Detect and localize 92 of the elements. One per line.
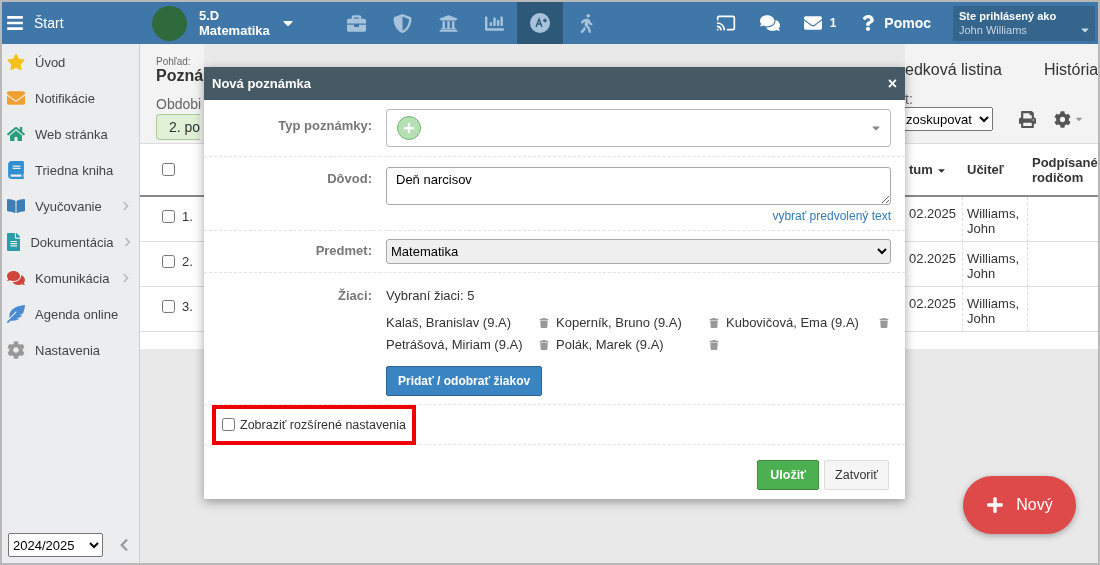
row-checkbox[interactable] [162, 210, 175, 223]
open-book-icon [7, 197, 25, 215]
period-button[interactable]: 2. po [156, 114, 200, 140]
sidebar-item[interactable]: Agenda online [2, 296, 139, 332]
sidebar-item[interactable]: Úvod [2, 44, 139, 80]
plus-icon [986, 496, 1005, 514]
cast-icon [715, 13, 736, 33]
bar-chart-icon [484, 13, 504, 33]
trash-icon[interactable] [539, 317, 549, 328]
column-header[interactable]: tum [905, 162, 963, 177]
settings-button[interactable] [1054, 110, 1084, 128]
row-checkbox[interactable] [162, 300, 175, 313]
teacher-cell: Williams, John [963, 287, 1028, 332]
default-text-link[interactable]: vybrať predvolený text [386, 209, 891, 223]
year-select[interactable]: 2024/2025 [8, 533, 103, 557]
student-name: Kubovičová, Ema (9.A) [726, 315, 859, 330]
help-icon [860, 15, 877, 31]
field-label: Predmet: [315, 242, 372, 260]
field-label: Dôvod: [327, 170, 372, 188]
note-type-select[interactable] [386, 109, 891, 147]
home-icon [7, 125, 25, 143]
start-menu-button[interactable]: Štart [6, 14, 64, 32]
student-name: Polák, Marek (9.A) [556, 337, 664, 352]
user-menu[interactable]: Ste prihlásený ako John Williams [953, 5, 1095, 41]
close-dialog-button[interactable]: Zatvoriť [824, 460, 889, 490]
view-title: Pozná [156, 67, 204, 85]
sidebar-item[interactable]: Notifikácie [2, 80, 139, 116]
notebook-icon [7, 161, 25, 179]
feather-icon [7, 305, 25, 323]
period-label: Obdobi [156, 96, 203, 112]
student-name: Kalaš, Branislav (9.A) [386, 315, 511, 330]
star-icon [7, 53, 25, 71]
column-header[interactable]: Podpísané rodičom [1028, 154, 1098, 185]
page-tab[interactable]: História [1043, 61, 1098, 79]
row-checkbox[interactable] [162, 255, 175, 268]
mail-count: 1 [829, 16, 837, 30]
menu-icon [6, 14, 24, 32]
row-number: 3. [182, 299, 193, 314]
briefcase-icon [346, 13, 366, 33]
student-name: Koperník, Bruno (9.A) [556, 315, 682, 330]
trash-icon[interactable] [709, 317, 719, 328]
settings-icon [1054, 110, 1071, 128]
add-icon [397, 116, 421, 140]
view-label: Pohľad: [156, 56, 192, 67]
student-name: Petrášová, Miriam (9.A) [386, 337, 523, 352]
trash-icon[interactable] [879, 317, 889, 328]
advanced-settings-checkbox[interactable]: Zobraziť rozšírené nastavenia [218, 415, 406, 434]
group-select[interactable]: zoskupovat [905, 107, 993, 131]
sidebar-item[interactable]: Triedna kniha [2, 152, 139, 188]
row-number: 1. [182, 209, 193, 224]
teacher-cell: Williams, John [963, 197, 1028, 242]
sidebar-item[interactable]: Vyučovanie [2, 188, 139, 224]
bank-icon [438, 13, 458, 33]
students-summary: Vybraní žiaci: 5 [386, 287, 476, 303]
chat-icon [7, 269, 25, 287]
new-button[interactable]: Nový [963, 476, 1076, 534]
group-label: t: [905, 91, 914, 107]
sidebar-item[interactable]: Nastavenia [2, 332, 139, 368]
print-button[interactable] [1019, 110, 1036, 128]
user-name: John Williams [959, 24, 1028, 36]
sidebar-item[interactable]: Komunikácia [2, 260, 139, 296]
dialog-title: Nová poznámka [212, 76, 311, 91]
subject-select[interactable]: Matematika [386, 239, 891, 264]
edit-students-button[interactable]: Pridať / odobrať žiakov [386, 366, 543, 396]
class-photo-placeholder [152, 5, 187, 41]
document-icon [7, 233, 21, 251]
class-selector[interactable]: 5.D Matematika [187, 8, 333, 38]
close-button[interactable]: × [887, 75, 897, 92]
select-all-checkbox[interactable] [162, 163, 175, 176]
circle-icon [529, 12, 551, 34]
help-button[interactable]: Pomoc [848, 15, 943, 31]
field-label: Žiaci: [338, 287, 372, 305]
sidebar-item[interactable]: Web stránka [2, 116, 139, 152]
field-label: Typ poznámky: [278, 117, 372, 135]
row-number: 2. [182, 254, 193, 269]
trash-icon[interactable] [539, 339, 549, 350]
reason-field[interactable]: Deň narcisov [386, 167, 891, 205]
shield-icon [392, 13, 412, 33]
user-caption: Ste prihlásený ako [959, 10, 1058, 22]
mail-button[interactable]: 1 [791, 14, 849, 32]
settings-icon [7, 341, 25, 359]
chat-icon [759, 13, 780, 33]
envelope-icon [803, 14, 822, 32]
column-header[interactable]: Učiteľ [963, 162, 1028, 177]
sidebar-item[interactable]: Dokumentácia [2, 224, 139, 260]
toolbar-tab[interactable] [517, 2, 563, 44]
print-icon [1019, 110, 1036, 128]
envelope-icon [7, 89, 25, 107]
teacher-cell: Williams, John [963, 242, 1028, 287]
trash-icon[interactable] [709, 339, 719, 350]
checkbox[interactable] [222, 418, 235, 431]
page-tab[interactable]: edková listina [905, 61, 1002, 79]
